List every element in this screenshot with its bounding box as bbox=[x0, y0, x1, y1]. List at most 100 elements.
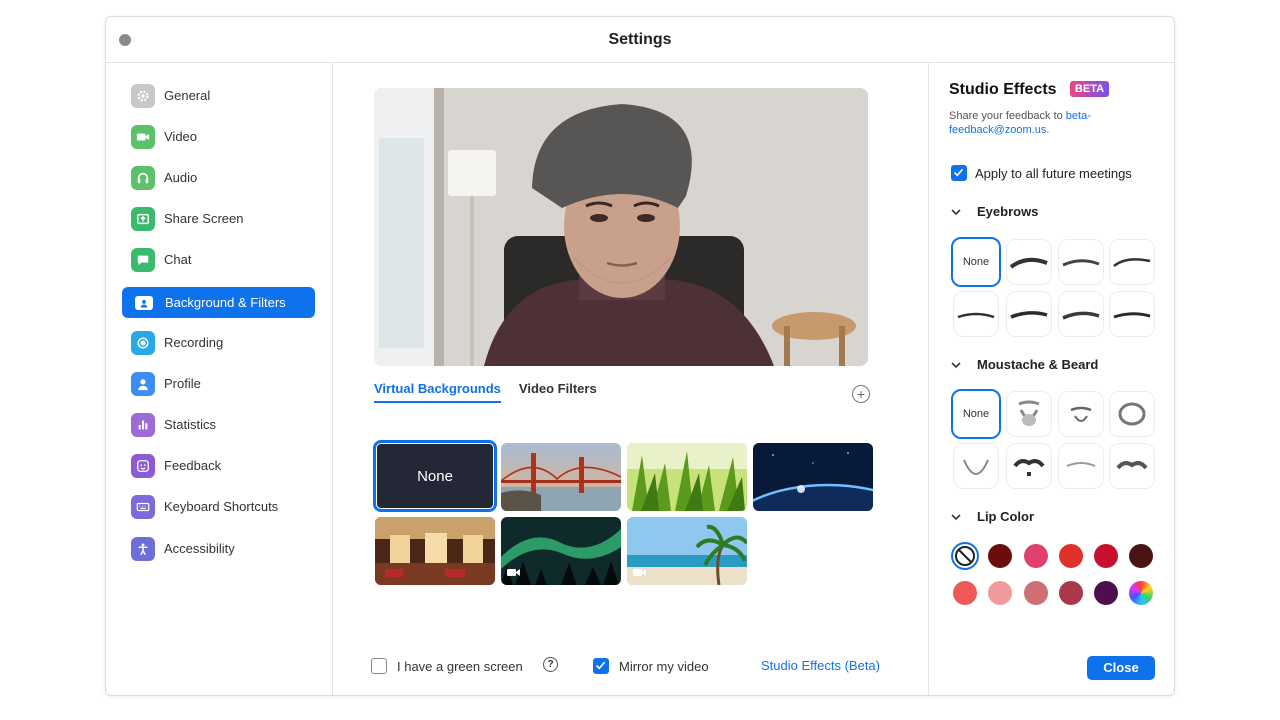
eyebrow-icon bbox=[1062, 259, 1100, 267]
handlebar-moustache-icon bbox=[1116, 461, 1148, 470]
eyebrow-option[interactable] bbox=[1109, 239, 1155, 285]
lip-color-swatch[interactable] bbox=[988, 581, 1012, 605]
beta-badge: BETA bbox=[1070, 81, 1109, 97]
studio-effects-link[interactable]: Studio Effects (Beta) bbox=[761, 658, 880, 673]
apply-future-meetings-label: Apply to all future meetings bbox=[975, 166, 1132, 181]
beard-option[interactable] bbox=[1109, 391, 1155, 437]
sidebar-item-chat[interactable]: Chat bbox=[122, 244, 315, 275]
chevron-down-icon bbox=[951, 208, 961, 215]
help-icon[interactable]: ? bbox=[543, 657, 558, 672]
lip-color-swatch[interactable] bbox=[1024, 544, 1048, 568]
close-button[interactable]: Close bbox=[1087, 656, 1155, 680]
sidebar-item-statistics[interactable]: Statistics bbox=[122, 409, 315, 440]
green-screen-label: I have a green screen bbox=[397, 659, 523, 674]
aurora-image bbox=[501, 517, 621, 585]
moustache-beard-section-toggle[interactable]: Moustache & Beard bbox=[949, 357, 1098, 372]
chin-strap-icon bbox=[963, 459, 989, 475]
eyebrow-option[interactable] bbox=[953, 291, 999, 337]
background-filters-panel: Virtual Backgrounds Video Filters + None bbox=[333, 63, 929, 695]
person-icon bbox=[131, 371, 155, 396]
lip-color-swatch[interactable] bbox=[1129, 544, 1153, 568]
lip-color-swatch[interactable] bbox=[1059, 544, 1083, 568]
beard-option[interactable] bbox=[1058, 391, 1104, 437]
lip-color-section-toggle[interactable]: Lip Color bbox=[949, 509, 1034, 524]
moustache-beard-label: Moustache & Beard bbox=[977, 357, 1099, 372]
sidebar-item-label: Background & Filters bbox=[165, 295, 286, 310]
sidebar-item-label: Profile bbox=[164, 376, 201, 391]
background-thumb-none[interactable]: None bbox=[373, 440, 497, 512]
gear-icon bbox=[131, 83, 155, 108]
eyebrow-option-none[interactable]: None bbox=[951, 237, 1001, 287]
window-title: Settings bbox=[608, 31, 672, 48]
lip-color-swatch[interactable] bbox=[1059, 581, 1083, 605]
studio-effects-title: Studio Effects bbox=[949, 81, 1057, 98]
lip-color-swatch[interactable] bbox=[1024, 581, 1048, 605]
eyebrows-section-toggle[interactable]: Eyebrows bbox=[949, 204, 1038, 219]
lip-color-swatch[interactable] bbox=[953, 581, 977, 605]
eyebrow-option[interactable] bbox=[1058, 239, 1104, 285]
beard-option[interactable] bbox=[953, 443, 999, 489]
settings-window: Settings General Video Audio Share Scree… bbox=[105, 16, 1175, 696]
headphones-icon bbox=[131, 165, 155, 190]
lip-color-none[interactable] bbox=[951, 542, 979, 570]
sidebar-item-feedback[interactable]: Feedback bbox=[122, 450, 315, 481]
add-background-button[interactable]: + bbox=[852, 385, 870, 403]
lip-color-custom-wheel[interactable] bbox=[1129, 581, 1153, 605]
hotel-lobby-image bbox=[375, 517, 495, 585]
sidebar-item-background-filters[interactable]: Background & Filters bbox=[122, 287, 315, 318]
sidebar-item-label: Keyboard Shortcuts bbox=[164, 499, 279, 514]
none-label: None bbox=[962, 408, 990, 420]
tab-video-filters[interactable]: Video Filters bbox=[519, 381, 597, 403]
video-camera-icon bbox=[131, 124, 155, 149]
background-thumb-grass[interactable] bbox=[627, 443, 747, 511]
sidebar-item-label: Accessibility bbox=[164, 541, 235, 556]
sidebar-item-recording[interactable]: Recording bbox=[122, 327, 315, 358]
beard-option[interactable] bbox=[1006, 443, 1052, 489]
eyebrow-option[interactable] bbox=[1058, 291, 1104, 337]
beard-option[interactable] bbox=[1109, 443, 1155, 489]
sidebar-item-video[interactable]: Video bbox=[122, 121, 315, 152]
background-thumb-golden-gate[interactable] bbox=[501, 443, 621, 511]
eyebrow-option[interactable] bbox=[1006, 239, 1052, 285]
sidebar-item-profile[interactable]: Profile bbox=[122, 368, 315, 399]
feedback-suffix: . bbox=[1046, 124, 1050, 136]
mirror-video-checkbox[interactable] bbox=[593, 658, 609, 674]
eyebrow-option[interactable] bbox=[1006, 291, 1052, 337]
sidebar-item-label: Recording bbox=[164, 335, 224, 350]
eyebrow-option[interactable] bbox=[1109, 291, 1155, 337]
sidebar-item-share-screen[interactable]: Share Screen bbox=[122, 203, 315, 234]
preview-options: I have a green screen ? Mirror my video … bbox=[371, 655, 928, 679]
mirror-video-label: Mirror my video bbox=[619, 659, 709, 674]
sidebar-item-audio[interactable]: Audio bbox=[122, 162, 315, 193]
lip-color-swatch[interactable] bbox=[1094, 581, 1118, 605]
feedback-prefix: Share your feedback to bbox=[949, 110, 1066, 122]
background-thumb-aurora[interactable] bbox=[501, 517, 621, 585]
sidebar-item-accessibility[interactable]: Accessibility bbox=[122, 533, 315, 564]
apply-future-meetings-checkbox[interactable] bbox=[951, 165, 967, 181]
beard-option-none[interactable]: None bbox=[951, 389, 1001, 439]
background-thumb-beach[interactable] bbox=[627, 517, 747, 585]
full-beard-icon bbox=[1118, 402, 1146, 426]
eyebrow-icon bbox=[1010, 311, 1048, 319]
background-thumb-earth[interactable] bbox=[753, 443, 873, 511]
lip-color-swatch[interactable] bbox=[1094, 544, 1118, 568]
beach-image bbox=[627, 517, 747, 585]
sidebar-item-general[interactable]: General bbox=[122, 80, 315, 111]
background-tabs: Virtual Backgrounds Video Filters bbox=[374, 381, 597, 403]
green-screen-checkbox[interactable] bbox=[371, 658, 387, 674]
chat-bubble-icon bbox=[131, 247, 155, 272]
title-bar: Settings bbox=[106, 17, 1174, 63]
chevron-down-icon bbox=[951, 513, 961, 520]
background-thumb-hotel-lobby[interactable] bbox=[375, 517, 495, 585]
no-color-icon bbox=[955, 546, 975, 566]
lip-color-swatch[interactable] bbox=[988, 544, 1012, 568]
eyebrows-label: Eyebrows bbox=[977, 204, 1039, 219]
beard-option[interactable] bbox=[1058, 443, 1104, 489]
feedback-text: Share your feedback to beta-feedback@zoo… bbox=[949, 109, 1149, 137]
sidebar: General Video Audio Share Screen Chat Ba… bbox=[106, 63, 333, 695]
eyebrow-icon bbox=[1113, 258, 1151, 267]
sidebar-item-keyboard-shortcuts[interactable]: Keyboard Shortcuts bbox=[122, 491, 315, 522]
beard-option[interactable] bbox=[1006, 391, 1052, 437]
tab-virtual-backgrounds[interactable]: Virtual Backgrounds bbox=[374, 381, 501, 403]
camera-preview bbox=[374, 88, 868, 366]
